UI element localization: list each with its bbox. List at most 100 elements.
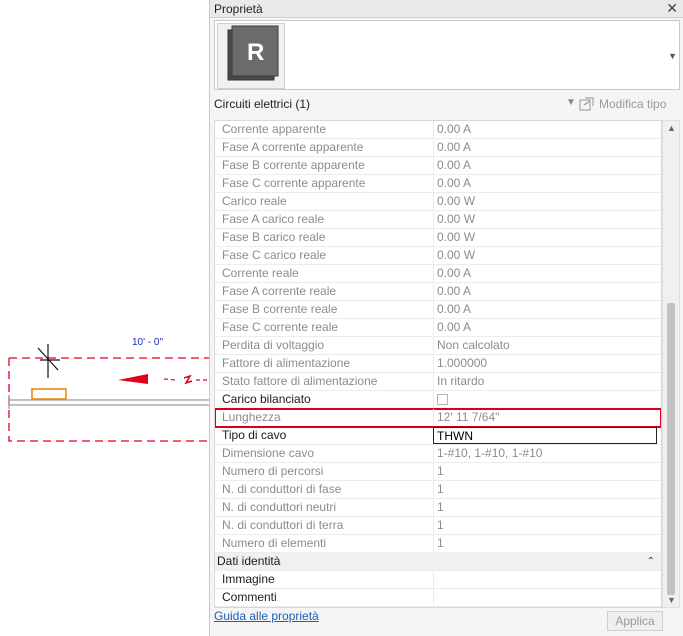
properties-scrollbar[interactable]: ▲ ▼ (662, 120, 680, 608)
property-row[interactable]: Fase C corrente apparente 0.00 A (215, 175, 661, 193)
property-label: Fase B corrente reale (222, 302, 338, 316)
help-link[interactable]: Guida alle proprietà (214, 609, 319, 623)
type-selector[interactable]: R ▼ (214, 20, 680, 90)
apply-button[interactable]: Applica (607, 611, 663, 631)
property-value[interactable] (433, 589, 657, 606)
scroll-up-icon[interactable]: ▲ (667, 123, 676, 133)
revit-logo-icon: R (227, 25, 279, 81)
type-dropdown-icon[interactable]: ▼ (668, 51, 677, 61)
properties-panel: Proprietà ✕ R ▼ Circuiti elettrici (1) ▼… (209, 0, 683, 636)
revit-type-icon: R (217, 23, 285, 89)
drawing-view[interactable]: 10' - 0" (0, 0, 209, 636)
property-value: 1 (433, 463, 657, 480)
property-label: Fase B carico reale (222, 230, 326, 244)
edit-type-label: Modifica tipo (599, 97, 667, 111)
collapse-icon[interactable]: ⌃ (647, 553, 655, 570)
property-label: Fase C carico reale (222, 248, 327, 262)
property-value-input[interactable]: THWN (433, 427, 657, 444)
property-label: Fase B corrente apparente (222, 158, 365, 172)
property-value[interactable] (433, 391, 657, 408)
property-row[interactable]: Corrente reale 0.00 A (215, 265, 661, 283)
property-label: Carico reale (222, 194, 287, 208)
property-label: Immagine (222, 572, 275, 586)
property-label: Tipo di cavo (222, 428, 287, 442)
drawing-canvas[interactable]: 10' - 0" (0, 0, 209, 636)
circuit-bolt-icon (183, 374, 193, 385)
property-value: 1.000000 (433, 355, 657, 372)
property-row[interactable]: N. di conduttori neutri 1 (215, 499, 661, 517)
property-row[interactable]: N. di conduttori di fase 1 (215, 481, 661, 499)
property-value: 0.00 A (433, 319, 657, 336)
property-label: Corrente apparente (222, 122, 327, 136)
property-label: Perdita di voltaggio (222, 338, 325, 352)
property-row[interactable]: Fattore di alimentazione 1.000000 (215, 355, 661, 373)
property-value: 1 (433, 535, 657, 552)
wire-arrow (118, 374, 148, 384)
property-row[interactable]: Fase A corrente reale 0.00 A (215, 283, 661, 301)
property-row[interactable]: Commenti (215, 589, 661, 607)
property-value: 0.00 A (433, 139, 657, 156)
property-value: 0.00 A (433, 265, 657, 282)
property-value[interactable] (433, 571, 657, 588)
property-row[interactable]: Tipo di cavo THWN (215, 427, 661, 445)
fixture-symbol[interactable] (31, 388, 67, 400)
property-value: 1-#10, 1-#10, 1-#10 (433, 445, 657, 462)
property-label: Numero di percorsi (222, 464, 324, 478)
group-label: Dati identità (217, 554, 281, 568)
property-row[interactable]: Corrente apparente 0.00 A (215, 121, 661, 139)
property-row[interactable]: Numero di elementi 1 (215, 535, 661, 553)
property-label: N. di conduttori di fase (222, 482, 342, 496)
property-label: Fase C corrente apparente (222, 176, 366, 190)
property-row[interactable]: Dimensione cavo 1-#10, 1-#10, 1-#10 (215, 445, 661, 463)
property-row[interactable]: Fase B corrente apparente 0.00 A (215, 157, 661, 175)
selection-row: Circuiti elettrici (1) ▼ Modifica tipo (214, 94, 680, 114)
property-value: 1 (433, 517, 657, 534)
panel-title: Proprietà (214, 2, 263, 16)
scroll-thumb[interactable] (667, 303, 675, 595)
property-value: 12' 11 7/64" (433, 409, 657, 426)
property-row[interactable]: Fase B corrente reale 0.00 A (215, 301, 661, 319)
property-label: Stato fattore di alimentazione (222, 374, 378, 388)
property-row[interactable]: Fase A corrente apparente 0.00 A (215, 139, 661, 157)
property-row[interactable]: Stato fattore di alimentazione In ritardo (215, 373, 661, 391)
edit-type-button[interactable]: Modifica tipo (578, 95, 666, 113)
property-value: 1 (433, 481, 657, 498)
selection-filter[interactable]: Circuiti elettrici (1) (214, 97, 310, 111)
property-value: 0.00 W (433, 193, 657, 210)
property-row[interactable]: Fase C carico reale 0.00 W (215, 247, 661, 265)
dimension-label: 10' - 0" (132, 337, 163, 348)
property-value: 0.00 W (433, 211, 657, 228)
panel-titlebar[interactable]: Proprietà ✕ (210, 0, 683, 18)
property-value: 0.00 A (433, 157, 657, 174)
property-row[interactable]: Numero di percorsi 1 (215, 463, 661, 481)
properties-grid[interactable]: Corrente apparente 0.00 A Fase A corrente … (214, 120, 662, 608)
property-row[interactable]: Fase A carico reale 0.00 W (215, 211, 661, 229)
scroll-down-icon[interactable]: ▼ (667, 595, 676, 605)
property-row[interactable]: N. di conduttori di terra 1 (215, 517, 661, 535)
property-value: 1 (433, 499, 657, 516)
close-icon[interactable]: ✕ (666, 0, 678, 17)
property-label: Fase A corrente reale (222, 284, 337, 298)
property-value: 0.00 A (433, 283, 657, 300)
property-label: Dimensione cavo (222, 446, 315, 460)
property-row[interactable]: Carico reale 0.00 W (215, 193, 661, 211)
selection-dropdown-icon[interactable]: ▼ (566, 97, 576, 108)
property-row[interactable]: Lunghezza 12' 11 7/64" (215, 408, 661, 428)
property-label: Fase A corrente apparente (222, 140, 364, 154)
property-value: 0.00 A (433, 301, 657, 318)
property-label: Corrente reale (222, 266, 299, 280)
property-label: N. di conduttori neutri (222, 500, 337, 514)
property-label: Fase A carico reale (222, 212, 325, 226)
property-row[interactable]: Fase C corrente reale 0.00 A (215, 319, 661, 337)
property-label: Fattore di alimentazione (222, 356, 351, 370)
revit-logo-letter: R (247, 39, 264, 66)
property-row[interactable]: Carico bilanciato (215, 391, 661, 409)
balanced-load-checkbox[interactable] (437, 394, 448, 405)
property-row[interactable]: Perdita di voltaggio Non calcolato (215, 337, 661, 355)
property-label: Fase C corrente reale (222, 320, 339, 334)
property-row[interactable]: Fase B carico reale 0.00 W (215, 229, 661, 247)
wire-segment (163, 378, 177, 381)
property-row[interactable]: Immagine (215, 571, 661, 589)
property-value: 0.00 A (433, 121, 657, 138)
group-header-identity[interactable]: Dati identità ⌃ (215, 553, 661, 571)
